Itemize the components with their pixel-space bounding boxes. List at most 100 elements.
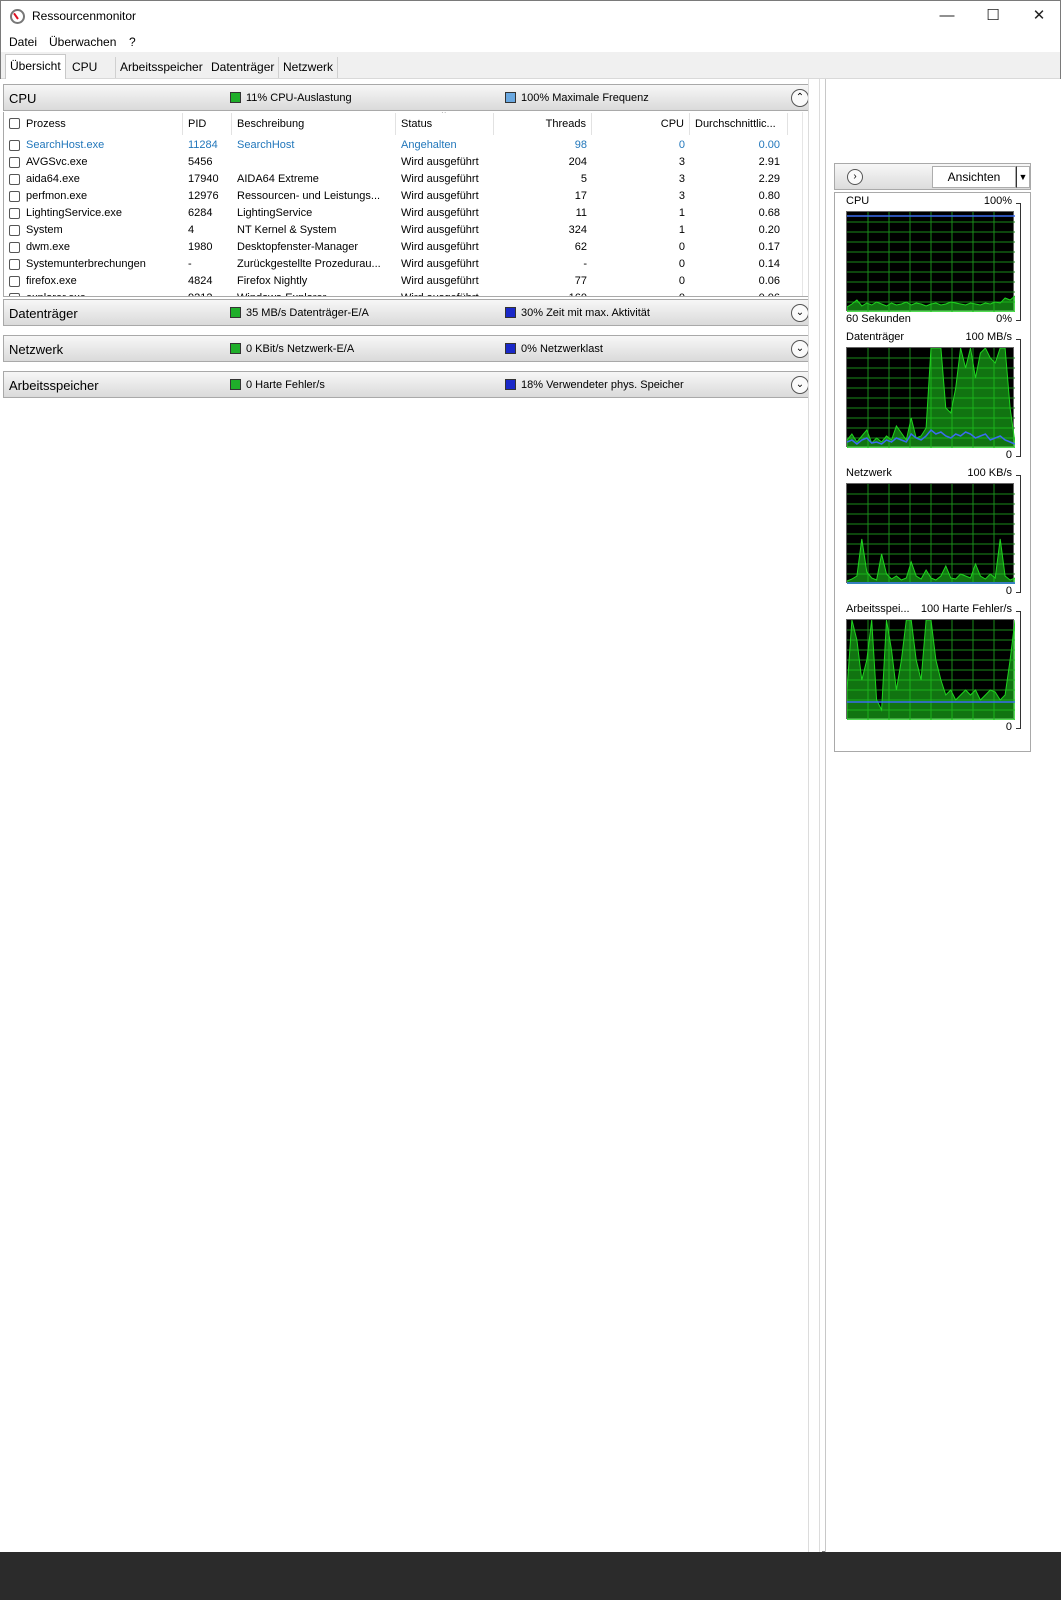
cell-durchschnitt: 0.14 [758,258,780,270]
cell-threads: 77 [574,275,587,287]
cpu-frequency-indicator: 100% Maximale Frequenz [505,92,649,104]
column-header-prozess[interactable]: Prozess [4,113,183,135]
cell-prozess: LightingService.exe [26,207,123,219]
cell-durchschnitt: 0.68 [758,207,780,219]
cell-pid: 6284 [188,207,213,219]
column-header-cpu[interactable]: CPU [592,113,690,135]
table-row[interactable]: aida64.exe 17940 AIDA64 Extreme Wird ausgef… [4,171,804,188]
maximize-button[interactable]: ☐ [970,1,1016,31]
tab-arbeitsspeicher[interactable]: Arbeitsspeicher [116,57,208,78]
title-bar: Ressourcenmonitor — ☐ ✕ [1,1,1060,31]
collapse-pane-arrow-icon[interactable]: › [847,169,863,185]
overview-main-panel: CPU 11% CPU-Auslastung 100% Maximale Fre… [0,79,822,1552]
cpu-graph-timespan: 60 Sekunden [846,313,911,325]
disk-section-title: Datenträger [9,306,78,321]
cell-pid: 1980 [188,241,213,253]
cell-prozess: SearchHost.exe [26,139,105,151]
hard-faults-legend-swatch [230,379,241,390]
graphs-toolbar: › Ansichten ▼ [834,163,1031,190]
table-row[interactable]: SearchHost.exe 11284 SearchHost Angehalten 9… [4,137,804,154]
table-row[interactable]: perfmon.exe 12976 Ressourcen- und Leistung… [4,188,804,205]
cell-prozess: firefox.exe [26,275,77,287]
graphs-container: CPU 100% 60 Sekunden 0% Datenträger 100 MB/s 0… [834,192,1031,752]
hard-faults-indicator: 0 Harte Fehler/s [230,379,325,391]
cell-pid: 17940 [188,173,219,185]
cell-cpu: 0 [678,139,685,151]
cell-pid: 11284 [188,139,218,151]
expand-chevron-down-icon[interactable]: ⌄ [791,340,809,358]
cpu-frequency-legend-swatch [505,92,516,103]
views-dropdown-arrow-icon[interactable]: ▼ [1016,166,1030,188]
menu-bar: Datei Überwachen ? [1,32,1060,52]
column-header-beschreibung[interactable]: Beschreibung [232,113,396,135]
column-header-durchschnitt[interactable]: Durchschnittlic... [690,113,788,135]
expand-chevron-down-icon[interactable]: ⌄ [791,304,809,322]
menu-help[interactable]: ? [129,35,136,49]
cell-beschreibung [232,154,396,171]
table-row[interactable]: LightingService.exe 6284 LightingService Wi… [4,205,804,222]
cell-threads: 98 [574,139,587,151]
network-graph-plot [846,484,1016,585]
cpu-process-table: Prozess PID Beschreibung Status ⌃ Thread… [3,112,818,297]
cell-status: Wird ausgeführt [401,258,479,270]
tab-cpu[interactable]: CPU [68,57,116,78]
disk-graph-plot [846,347,1016,449]
cpu-section-header[interactable]: CPU 11% CPU-Auslastung 100% Maximale Fre… [3,84,818,111]
table-row[interactable]: System 4 NT Kernel & System Wird ausgeführt… [4,222,804,239]
tab-datentraeger[interactable]: Datenträger [207,57,280,78]
cell-status: Wird ausgeführt [401,173,479,185]
disk-graph-title: Datenträger [846,331,905,343]
disk-graph-min: 0 [1005,449,1012,461]
table-row[interactable]: Systemunterbrechungen - Zurückgestellte Pr… [4,256,804,273]
cell-durchschnitt: 0.00 [758,139,780,151]
collapse-chevron-up-icon[interactable]: ⌃ [791,89,809,107]
cell-beschreibung: SearchHost [237,139,295,151]
cell-cpu: 0 [678,258,685,270]
cell-durchschnitt: 0.20 [758,224,780,236]
network-section-title: Netzwerk [9,342,64,357]
memory-graph [846,619,1016,721]
close-button[interactable]: ✕ [1016,1,1060,31]
column-header-pid[interactable]: PID [183,113,232,135]
taskbar-strip [0,1552,1061,1600]
expand-chevron-down-icon[interactable]: ⌄ [791,376,809,394]
cell-threads: 160 [494,290,592,296]
table-row[interactable]: explorer.exe9212Windows-ExplorerWird aus… [4,290,804,296]
cpu-graph-scale-bracket [1016,203,1021,321]
network-section-header[interactable]: Netzwerk 0 KBit/s Netzwerk-E/A 0% Netzwe… [3,335,818,362]
cell-beschreibung: Zurückgestellte Prozedurau... [237,258,381,270]
cell-durchschnitt: 0.06 [690,290,788,296]
column-header-threads[interactable]: Threads [494,113,592,135]
cell-prozess: System [26,224,63,236]
minimize-button[interactable]: — [924,1,970,31]
table-row[interactable]: AVGSvc.exe 5456 Wird ausgeführt 204 3 2.91 [4,154,804,171]
memory-section-header[interactable]: Arbeitsspeicher 0 Harte Fehler/s 18% Ver… [3,371,818,398]
menu-datei[interactable]: Datei [9,35,37,49]
select-all-checkbox[interactable] [9,118,20,129]
cell-prozess: dwm.exe [26,241,71,253]
cell-pid: 9212 [183,290,232,296]
memory-graph-scale-bracket [1016,611,1021,729]
cell-durchschnitt: 2.29 [758,173,780,185]
cell-threads: - [583,258,587,270]
cell-prozess: AVGSvc.exe [26,156,88,168]
network-graph-min: 0 [1005,585,1012,597]
cell-prozess: Systemunterbrechungen [26,258,146,270]
menu-ueberwachen[interactable]: Überwachen [49,35,116,49]
views-button[interactable]: Ansichten [932,166,1016,188]
disk-graph [846,347,1016,449]
cell-threads: 324 [568,224,587,236]
cpu-graph-plot [846,212,1016,313]
tab-netzwerk[interactable]: Netzwerk [279,57,339,78]
cell-status: Wird ausgeführt [401,224,479,236]
cell-threads: 62 [574,241,587,253]
tab-uebersicht[interactable]: Übersicht [5,54,66,79]
cell-cpu: 0 [592,290,690,296]
disk-section-header[interactable]: Datenträger 35 MB/s Datenträger-E/A 30% … [3,299,818,326]
main-pane-scrollbar[interactable] [808,79,820,1552]
table-row[interactable]: firefox.exe 4824 Firefox Nightly Wird ausge… [4,273,804,290]
network-io-legend-swatch [230,343,241,354]
network-graph-scale-bracket [1016,475,1021,593]
table-row[interactable]: dwm.exe 1980 Desktopfenster-Manager Wird au… [4,239,804,256]
cell-durchschnitt: 0.06 [758,275,780,287]
